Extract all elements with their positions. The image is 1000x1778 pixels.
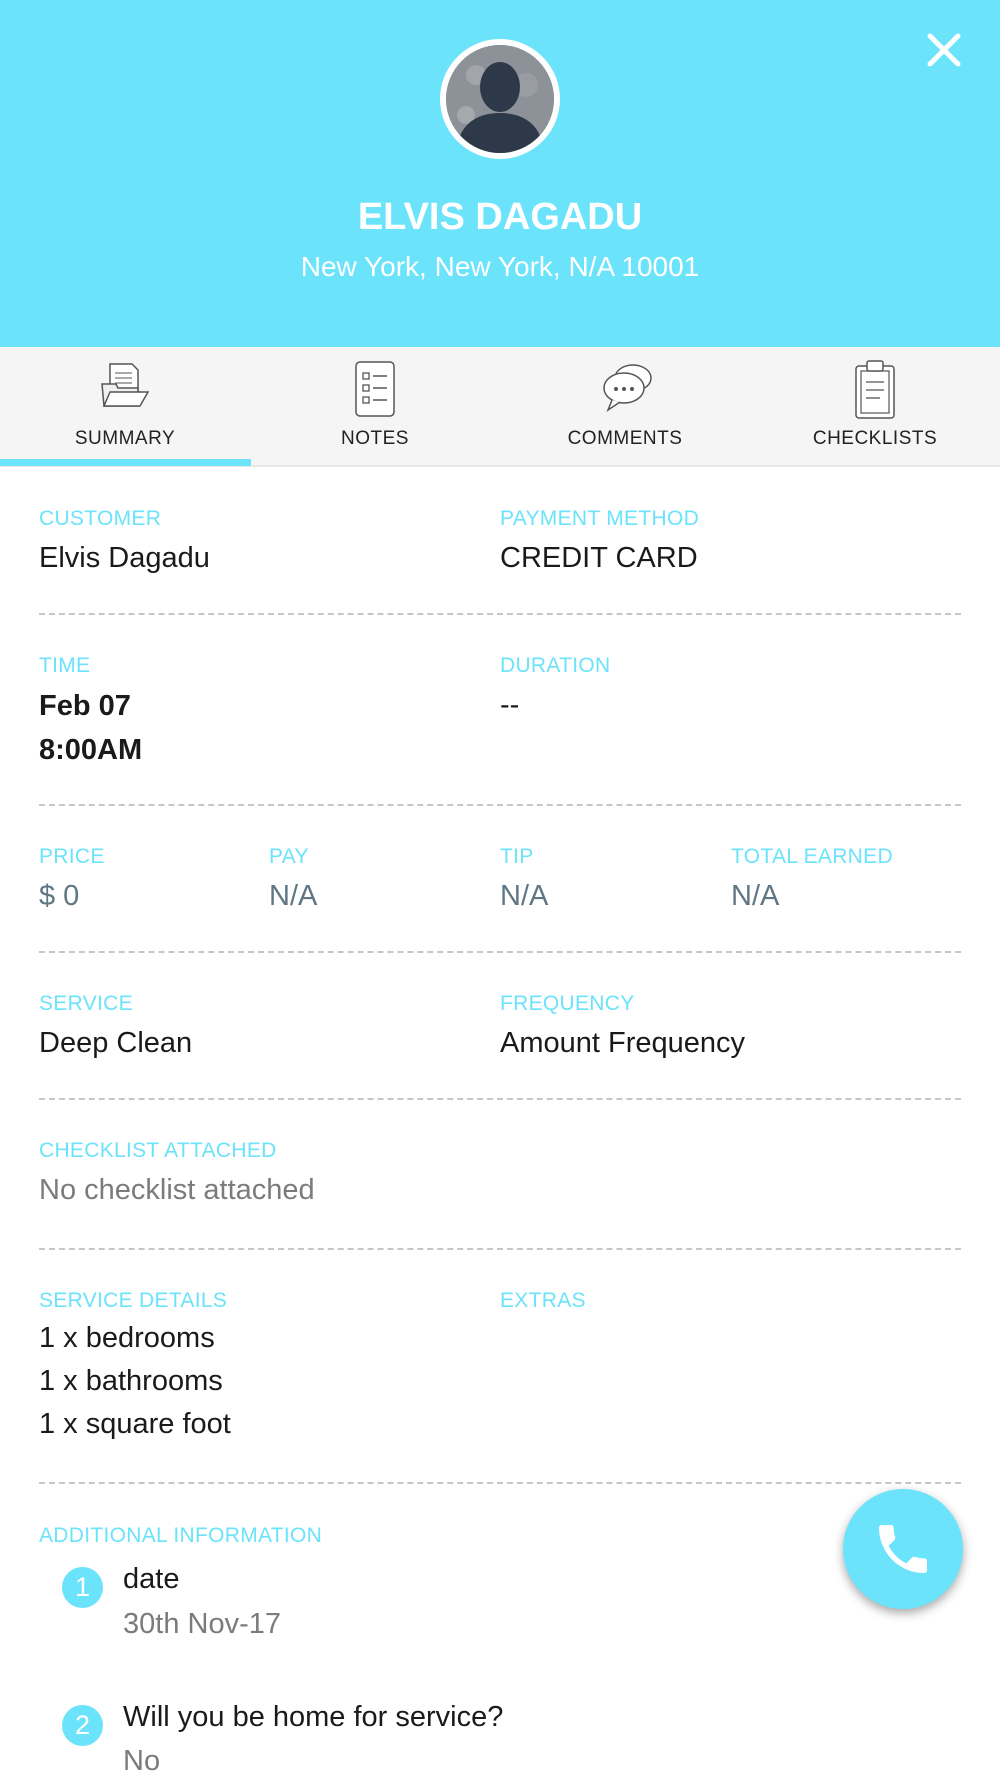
tab-comments-label: COMMENTS (567, 428, 683, 449)
divider (39, 1248, 961, 1250)
extras-label: EXTRAS (500, 1289, 586, 1312)
item-number-badge: 2 (62, 1705, 103, 1746)
customer-value: Elvis Dagadu (39, 542, 210, 574)
divider (39, 1482, 961, 1484)
divider (39, 1098, 961, 1100)
total-earned-label: TOTAL EARNED (731, 845, 893, 868)
tab-comments[interactable]: COMMENTS (500, 347, 750, 465)
folder-icon (101, 363, 150, 407)
call-button[interactable] (843, 1489, 963, 1609)
service-label: SERVICE (39, 992, 133, 1015)
tip-value: N/A (500, 880, 549, 912)
tab-summary[interactable]: SUMMARY (0, 347, 250, 465)
info-answer: No (123, 1745, 161, 1777)
divider (39, 951, 961, 953)
tab-bar: SUMMARY NOTES COMMENTS CHECKLISTS (0, 347, 1000, 467)
duration-label: DURATION (500, 654, 611, 677)
item-number-badge: 1 (62, 1567, 103, 1608)
customer-field: CUSTOMER Elvis Dagadu (39, 507, 210, 576)
info-question: date (123, 1563, 180, 1595)
total-earned-field: TOTAL EARNED N/A (731, 845, 893, 914)
customer-address: New York, New York, N/A 10001 (300, 251, 700, 282)
tab-checklists-label: CHECKLISTS (812, 428, 938, 449)
total-earned-value: N/A (731, 880, 780, 912)
payment-method-value: CREDIT CARD (500, 542, 698, 574)
time-time-value: 8:00AM (39, 734, 143, 766)
list-item: 2 Will you be home for service? No (62, 1701, 942, 1778)
info-question: Will you be home for service? (123, 1701, 504, 1733)
customer-name-heading: ELVIS DAGADU (357, 196, 643, 238)
chat-bubbles-icon (603, 364, 652, 412)
payment-method-field: PAYMENT METHOD CREDIT CARD (500, 507, 699, 576)
pay-value: N/A (269, 880, 318, 912)
frequency-label: FREQUENCY (500, 992, 635, 1015)
tip-field: TIP N/A (500, 845, 548, 914)
service-details-label: SERVICE DETAILS (39, 1289, 228, 1312)
tab-notes[interactable]: NOTES (250, 347, 500, 465)
time-label: TIME (39, 654, 91, 677)
profile-header: ELVIS DAGADU New York, New York, N/A 100… (0, 0, 1000, 347)
service-detail-item: 1 x square foot (39, 1408, 231, 1440)
additional-information-heading: ADDITIONAL INFORMATION (39, 1524, 322, 1548)
frequency-value: Amount Frequency (500, 1027, 746, 1059)
service-detail-item: 1 x bedrooms (39, 1322, 215, 1354)
info-answer: 30th Nov-17 (123, 1608, 281, 1640)
service-details-field: SERVICE DETAILS 1 x bedrooms 1 x bathroo… (39, 1289, 231, 1446)
clipboard-icon (855, 360, 895, 419)
additional-information-label: ADDITIONAL INFORMATION (39, 1524, 323, 1547)
extras-field: EXTRAS (500, 1289, 586, 1313)
tab-summary-label: SUMMARY (74, 428, 176, 449)
time-field: TIME Feb 07 8:00AM (39, 654, 142, 772)
pay-field: PAY N/A (269, 845, 317, 914)
service-field: SERVICE Deep Clean (39, 992, 192, 1061)
person-silhouette-icon (446, 45, 554, 153)
notes-list-icon (355, 361, 395, 417)
price-value: $ 0 (39, 880, 80, 912)
duration-value: -- (500, 689, 520, 721)
phone-icon (879, 1525, 927, 1573)
price-label: PRICE (39, 845, 105, 868)
avatar (440, 39, 560, 159)
divider (39, 613, 961, 615)
customer-label: CUSTOMER (39, 507, 162, 530)
divider (39, 804, 961, 806)
duration-field: DURATION -- (500, 654, 611, 723)
checklist-attached-value: No checklist attached (39, 1174, 315, 1206)
list-item: 1 date 30th Nov-17 (62, 1563, 942, 1658)
service-detail-item: 1 x bathrooms (39, 1365, 223, 1397)
time-date-value: Feb 07 (39, 690, 131, 722)
tab-checklists[interactable]: CHECKLISTS (750, 347, 1000, 465)
pay-label: PAY (269, 845, 309, 868)
payment-method-label: PAYMENT METHOD (500, 507, 700, 530)
checklist-attached-label: CHECKLIST ATTACHED (39, 1139, 277, 1162)
tab-notes-label: NOTES (341, 428, 409, 449)
tip-label: TIP (500, 845, 534, 868)
frequency-field: FREQUENCY Amount Frequency (500, 992, 745, 1061)
active-tab-indicator (0, 459, 251, 466)
checklist-attached-field: CHECKLIST ATTACHED No checklist attached (39, 1139, 315, 1208)
service-value: Deep Clean (39, 1027, 193, 1059)
price-field: PRICE $ 0 (39, 845, 105, 914)
close-icon[interactable] (924, 30, 964, 70)
